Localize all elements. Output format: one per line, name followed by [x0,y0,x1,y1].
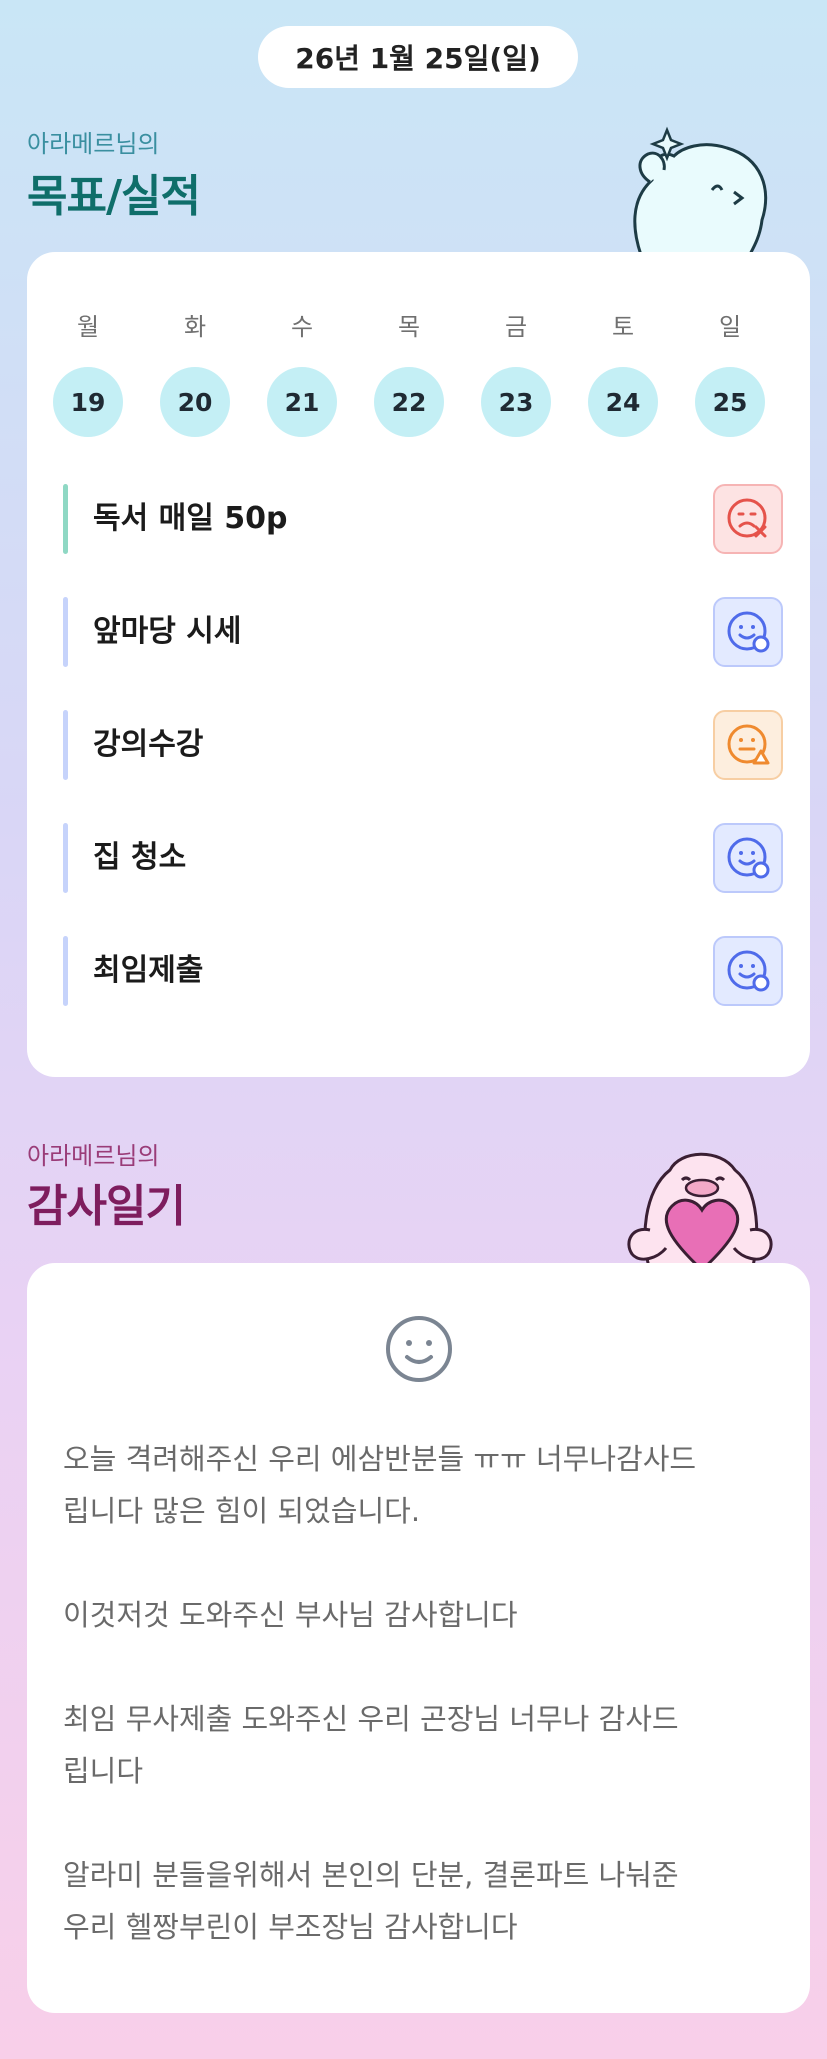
mascot-heart-illustration [627,1152,773,1270]
date-chip-23[interactable]: 23 [481,367,551,437]
happy-face-check-icon[interactable] [713,597,783,667]
happy-face-check-icon[interactable] [713,823,783,893]
weekday-label: 월 [76,313,100,341]
weekday-label: 화 [183,313,207,341]
goal-label: 독서 매일 50p [93,501,288,536]
goal-row[interactable]: 독서 매일 50p [63,484,783,554]
date-chip-22[interactable]: 22 [374,367,444,437]
date-chip-21[interactable]: 21 [267,367,337,437]
goal-row[interactable]: 앞마당 시세 [63,597,783,667]
goal-accent-bar [63,710,68,780]
goal-accent-bar [63,936,68,1006]
date-chip-24[interactable]: 24 [588,367,658,437]
goal-accent-bar [63,597,68,667]
weekday-label: 금 [504,313,528,341]
happy-face-check-icon[interactable] [713,936,783,1006]
date-chip-25[interactable]: 25 [695,367,765,437]
goal-label: 강의수강 [93,727,204,762]
sad-face-x-icon[interactable] [713,484,783,554]
thanks-section-subtitle: 아라메르님의 [27,1142,160,1170]
weekday-label: 토 [611,313,635,341]
thanks-section-title: 감사일기 [27,1181,186,1232]
goals-section-title: 목표/실적 [27,171,201,222]
goals-section-subtitle: 아라메르님의 [27,130,160,158]
goal-row[interactable]: 최임제출 [63,936,783,1006]
ghost-mascot-illustration [633,126,768,258]
thanks-diary-card: 오늘 격려해주신 우리 에삼반분들 ㅠㅠ 너무나감사드 립니다 많은 힘이 되었… [27,1263,810,2013]
thanks-diary-text: 오늘 격려해주신 우리 에삼반분들 ㅠㅠ 너무나감사드 립니다 많은 힘이 되었… [63,1442,697,1944]
date-chip-20[interactable]: 20 [160,367,230,437]
goal-row[interactable]: 집 청소 [63,823,783,893]
weekday-label: 목 [397,313,421,341]
goal-row[interactable]: 강의수강 [63,710,783,780]
smile-face-icon [386,1316,452,1382]
goal-accent-bar [63,484,68,554]
goal-label: 최임제출 [93,953,204,988]
goals-card: 월 화 수 목 금 토 일 19 20 21 22 23 24 25 독서 매일… [27,252,810,1077]
goal-label: 집 청소 [93,840,187,875]
goal-label: 앞마당 시세 [93,614,242,649]
neutral-face-triangle-icon[interactable] [713,710,783,780]
date-header[interactable]: 26년 1월 25일(일) [258,26,578,88]
weekday-label: 수 [290,313,314,341]
goal-accent-bar [63,823,68,893]
date-chip-19[interactable]: 19 [53,367,123,437]
weekday-label: 일 [718,313,742,341]
